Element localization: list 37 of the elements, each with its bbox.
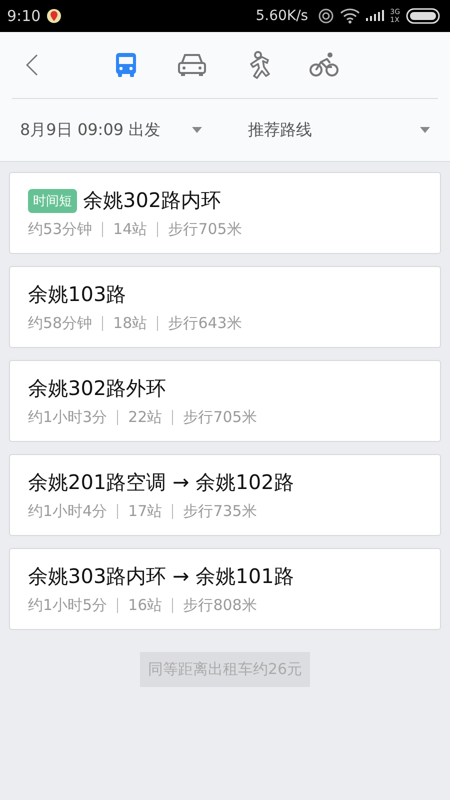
route-title: 余姚201路空调 → 余姚102路 bbox=[28, 469, 294, 496]
route-info: 约1小时5分 bbox=[28, 596, 108, 615]
route-info: 约1小时4分 bbox=[28, 502, 108, 521]
route-card[interactable]: 余姚103路 约58分钟 18站 步行643米 bbox=[9, 266, 441, 348]
route-card[interactable]: 时间短 余姚302路内环 约53分钟 14站 步行705米 bbox=[9, 172, 441, 254]
route-title: 余姚103路 bbox=[28, 281, 126, 308]
route-info: 约58分钟 bbox=[28, 314, 92, 333]
route-info: 17站 bbox=[128, 502, 162, 521]
sync-icon bbox=[318, 8, 334, 24]
route-title: 余姚302路外环 bbox=[28, 375, 166, 402]
route-info: 步行705米 bbox=[168, 220, 242, 239]
route-card[interactable]: 余姚303路内环 → 余姚101路 约1小时5分 16站 步行808米 bbox=[9, 548, 441, 630]
route-info: 步行735米 bbox=[183, 502, 257, 521]
route-title: 余姚303路内环 → 余姚101路 bbox=[28, 563, 294, 590]
dropdown-arrow-icon bbox=[192, 127, 202, 133]
route-info: 16站 bbox=[128, 596, 162, 615]
route-info: 约1小时3分 bbox=[28, 408, 108, 427]
battery-icon bbox=[406, 8, 440, 24]
route-info: 14站 bbox=[113, 220, 148, 239]
dropdown-arrow-icon bbox=[420, 127, 430, 133]
filter-dropdown[interactable]: 推荐路线 bbox=[228, 120, 450, 140]
signal-icon bbox=[366, 9, 384, 23]
route-card[interactable]: 余姚302路外环 约1小时3分 22站 步行705米 bbox=[9, 360, 441, 442]
network-speed: 5.60K/s bbox=[256, 8, 308, 24]
route-info: 22站 bbox=[128, 408, 162, 427]
map-pin-icon bbox=[46, 9, 61, 23]
route-info: 约53分钟 bbox=[28, 220, 92, 239]
route-info: 步行705米 bbox=[183, 408, 257, 427]
status-time: 9:10 bbox=[7, 7, 41, 25]
route-info: 步行808米 bbox=[183, 596, 257, 615]
wifi-icon bbox=[340, 8, 360, 24]
route-card[interactable]: 余姚201路空调 → 余姚102路 约1小时4分 17站 步行735米 bbox=[9, 454, 441, 536]
route-info: 步行643米 bbox=[168, 314, 242, 333]
route-title: 余姚302路内环 bbox=[83, 187, 222, 214]
filter-dropdown[interactable]: 8月9日 09:09 出发 bbox=[0, 120, 228, 140]
route-tag: 时间短 bbox=[28, 188, 77, 212]
route-info: 18站 bbox=[113, 314, 148, 333]
